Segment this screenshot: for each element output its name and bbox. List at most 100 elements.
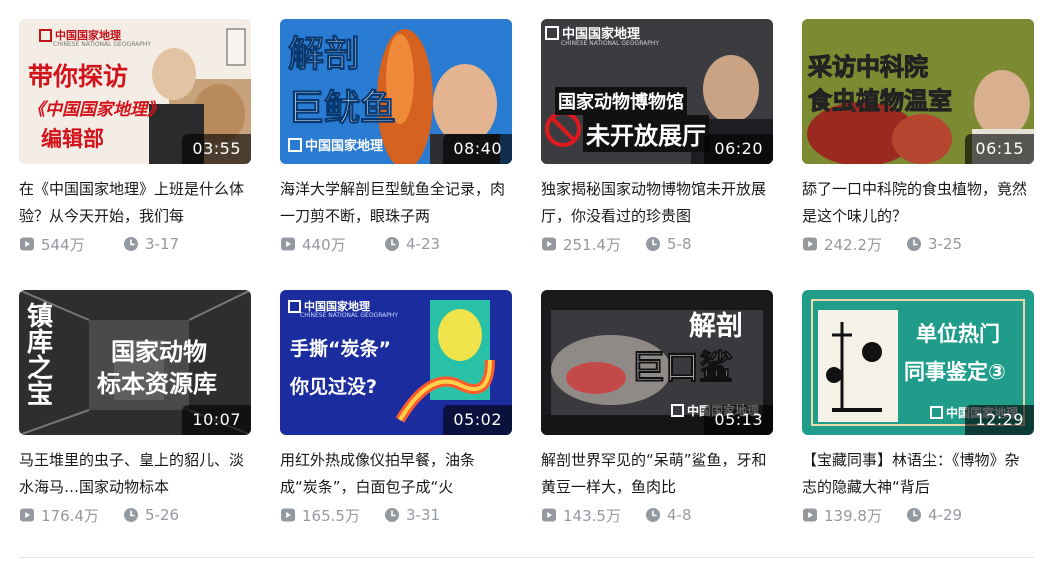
thumbnail-text: 巨鱿鱼 (287, 88, 397, 130)
video-title[interactable]: 舔了一口中科院的食虫植物，竟然是这个味儿的？ (802, 176, 1034, 230)
video-title[interactable]: 【宝藏同事】林语尘：《博物》杂志的隐藏大神“背后 (802, 447, 1034, 501)
play-count-icon (20, 237, 34, 251)
upload-date: 3-25 (906, 235, 962, 253)
view-count-text: 544万 (41, 235, 85, 254)
view-count: 165.5万 (280, 505, 384, 526)
video-meta: 251.4万 5-8 (541, 234, 773, 254)
brand-logo-mark (671, 404, 684, 417)
upload-date-text: 4-29 (928, 506, 963, 524)
view-count-text: 165.5万 (302, 506, 360, 525)
brand-logo-subtitle: CHINESE NATIONAL GEOGRAPHY (53, 41, 152, 48)
clock-icon (646, 508, 660, 522)
thumbnail-text: 带你探访 (28, 62, 129, 91)
video-title[interactable]: 在《中国国家地理》上班是什么体验？从今天开始，我们每 (19, 176, 251, 230)
clock-icon (907, 237, 921, 251)
view-count: 251.4万 (541, 234, 645, 255)
video-title[interactable]: 马王堆里的虫子、皇上的貂儿、淡水海马…国家动物标本 (19, 447, 251, 501)
video-title[interactable]: 用红外热成像仪拍早餐，油条成“炭条”，白面包子成“火 (280, 447, 512, 501)
video-duration: 06:15 (965, 134, 1034, 164)
thumbnail-text: 镇库之宝 (27, 302, 54, 410)
clock-icon (646, 237, 660, 251)
video-title[interactable]: 海洋大学解剖巨型鱿鱼全记录，肉一刀剪不断，眼珠子两 (280, 176, 512, 230)
brand-logo-mark (288, 137, 302, 152)
clock-icon (124, 237, 138, 251)
view-count: 440万 (280, 234, 384, 255)
upload-date-text: 3-17 (145, 235, 180, 253)
brand-logo-mark (930, 406, 943, 419)
brand-logo-mark (288, 299, 301, 313)
thumbnail-text: 单位热门 (916, 322, 1000, 346)
video-card[interactable]: 中国国家地理 CHINESE NATIONAL GEOGRAPHY 带你探访 《… (19, 19, 251, 271)
thumbnail-text: 采访中科院 (808, 53, 929, 82)
view-count-text: 242.2万 (824, 235, 882, 254)
upload-date-text: 4-23 (406, 235, 441, 253)
view-count: 139.8万 (802, 505, 906, 526)
video-thumbnail[interactable]: 中国国家地理 CHINESE NATIONAL GEOGRAPHY 手撕“炭条”… (280, 290, 512, 435)
play-count-icon (281, 237, 295, 251)
video-card[interactable]: 中国国家地理 CHINESE NATIONAL GEOGRAPHY 国家动物博物… (541, 19, 773, 271)
view-count-text: 139.8万 (824, 506, 882, 525)
video-duration: 10:07 (182, 405, 251, 435)
video-thumbnail[interactable]: 中国国家地理 CHINESE NATIONAL GEOGRAPHY 带你探访 《… (19, 19, 251, 164)
play-count-icon (542, 508, 556, 522)
clock-icon (385, 508, 399, 522)
thumbnail-text: 手撕“炭条” (290, 338, 391, 360)
upload-date-text: 3-25 (928, 235, 963, 253)
play-count-icon (281, 508, 295, 522)
upload-date-text: 5-26 (145, 506, 180, 524)
view-count: 544万 (19, 234, 123, 255)
thumbnail-text: 国家动物 (111, 338, 207, 366)
upload-date-text: 5-8 (667, 235, 692, 253)
thumbnail-text: 《中国国家地理》 (28, 100, 164, 120)
clock-icon (907, 508, 921, 522)
video-thumbnail[interactable]: 中国国家地理 CHINESE NATIONAL GEOGRAPHY 国家动物博物… (541, 19, 773, 164)
play-count-icon (803, 508, 817, 522)
thumbnail-text: 标本资源库 (97, 370, 217, 398)
brand-logo-text: 中国国家地理 (305, 139, 384, 154)
video-thumbnail[interactable]: 采访中科院 食虫植物温室 06:15 (802, 19, 1034, 164)
video-title[interactable]: 解剖世界罕见的“呆萌”鲨鱼，牙和黄豆一样大，鱼肉比 (541, 447, 773, 501)
brand-logo-mark (39, 28, 52, 42)
view-count: 143.5万 (541, 505, 645, 526)
video-thumbnail[interactable]: 解剖 巨鱿鱼 中国国家地理 08:40 (280, 19, 512, 164)
view-count-text: 251.4万 (563, 235, 621, 254)
upload-date: 4-23 (384, 235, 440, 253)
thumbnail-text: 国家动物博物馆 (555, 87, 687, 115)
clock-icon (385, 237, 399, 251)
video-card[interactable]: 中国国家地理 CHINESE NATIONAL GEOGRAPHY 手撕“炭条”… (280, 290, 512, 542)
brand-logo: 中国国家地理 (288, 135, 383, 154)
upload-date-text: 3-31 (406, 506, 441, 524)
thumbnail-text: 解剖 (287, 34, 361, 76)
upload-date: 3-31 (384, 506, 440, 524)
video-duration: 05:02 (443, 405, 512, 435)
video-duration: 03:55 (182, 134, 251, 164)
video-meta: 143.5万 4-8 (541, 505, 773, 525)
video-card[interactable]: 采访中科院 食虫植物温室 06:15 舔了一口中科院的食虫植物，竟然是这个味儿的… (802, 19, 1034, 271)
divider (19, 557, 1034, 558)
video-thumbnail[interactable]: 单位热门 同事鉴定③ 中国国家地理 12:29 (802, 290, 1034, 435)
video-card[interactable]: 解剖 巨口鲨 中国国家地理 05:13 解剖世界罕见的“呆萌”鲨鱼，牙和黄豆一样… (541, 290, 773, 542)
video-card[interactable]: 解剖 巨鱿鱼 中国国家地理 08:40 海洋大学解剖巨型鱿鱼全记录，肉一刀剪不断… (280, 19, 512, 271)
brand-logo-subtitle: CHINESE NATIONAL GEOGRAPHY (561, 40, 660, 47)
video-meta: 139.8万 4-29 (802, 505, 1034, 525)
video-duration: 05:13 (704, 405, 773, 435)
view-count: 176.4万 (19, 505, 123, 526)
thumbnail-text: 未开放展厅 (583, 115, 709, 152)
video-card[interactable]: 单位热门 同事鉴定③ 中国国家地理 12:29 【宝藏同事】林语尘：《博物》杂志… (802, 290, 1034, 542)
upload-date: 4-8 (645, 506, 692, 524)
thumbnail-text: 编辑部 (41, 127, 104, 151)
thumbnail-text: 同事鉴定③ (904, 360, 1006, 384)
video-thumbnail[interactable]: 镇库之宝 国家动物 标本资源库 10:07 (19, 290, 251, 435)
play-count-icon (20, 508, 34, 522)
view-count: 242.2万 (802, 234, 906, 255)
view-count-text: 176.4万 (41, 506, 99, 525)
video-meta: 165.5万 3-31 (280, 505, 512, 525)
video-title[interactable]: 独家揭秘国家动物博物馆未开放展厅，你没看过的珍贵图 (541, 176, 773, 230)
thumbnail-text: 你见过没? (290, 376, 378, 398)
video-card[interactable]: 镇库之宝 国家动物 标本资源库 10:07 马王堆里的虫子、皇上的貂儿、淡水海马… (19, 290, 251, 542)
video-duration: 12:29 (965, 405, 1034, 435)
video-grid: 中国国家地理 CHINESE NATIONAL GEOGRAPHY 带你探访 《… (19, 19, 1034, 542)
video-thumbnail[interactable]: 解剖 巨口鲨 中国国家地理 05:13 (541, 290, 773, 435)
upload-date-text: 4-8 (667, 506, 692, 524)
video-meta: 440万 4-23 (280, 234, 512, 254)
